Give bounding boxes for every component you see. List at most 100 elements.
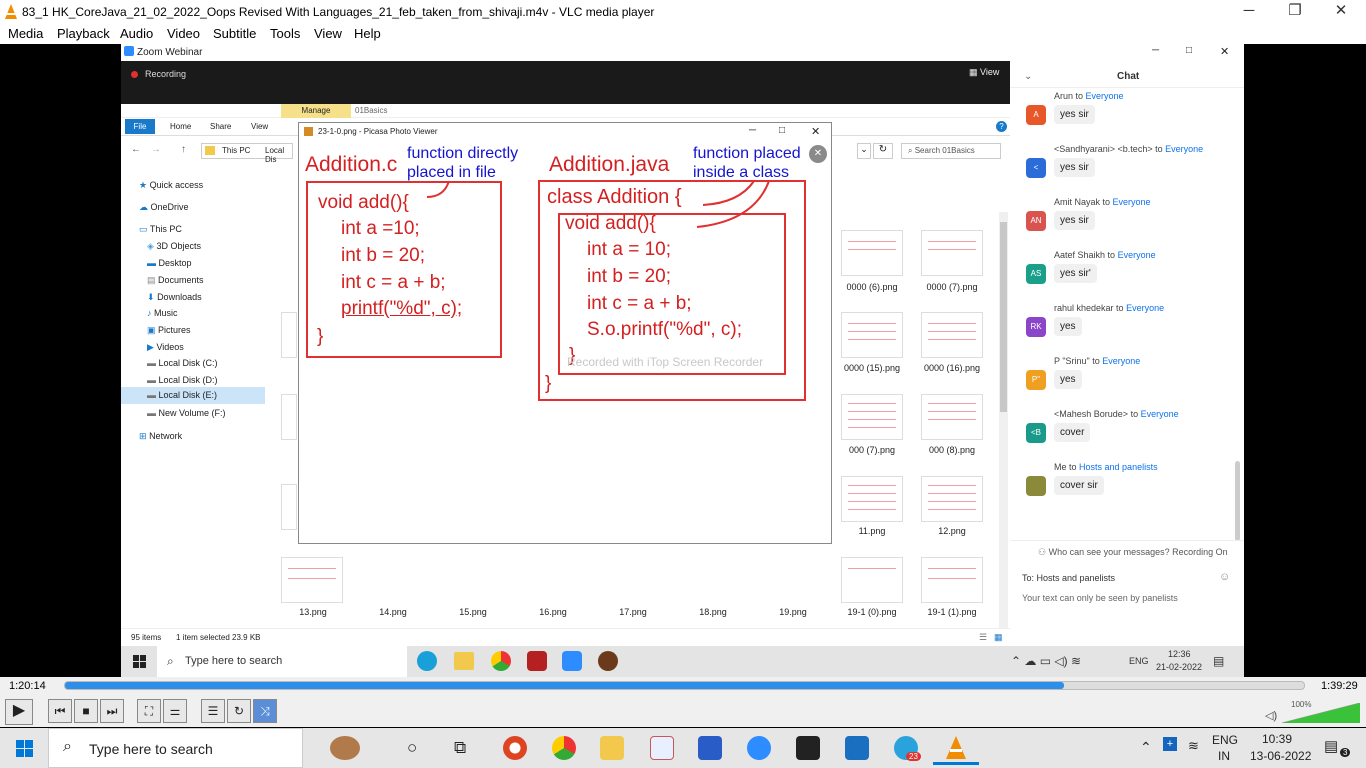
snipping-tool-icon[interactable] [650, 736, 674, 760]
add-icon[interactable]: + [1163, 737, 1177, 751]
tray-chevron-icon[interactable]: ⌃ [1140, 739, 1152, 756]
recipient-selector[interactable]: To: Hosts and panelists [1022, 573, 1115, 583]
thumbnail[interactable] [281, 312, 297, 358]
vlc-taskbar-icon[interactable] [944, 736, 968, 762]
nav-documents[interactable]: ▤ Documents [147, 275, 204, 286]
nav-this-pc[interactable]: ▭ This PC [139, 224, 182, 235]
address-bar[interactable]: This PC Local Dis [201, 143, 293, 164]
collapse-chevron-icon[interactable]: ⌄ [1024, 71, 1032, 82]
menu-video[interactable]: Video [167, 26, 200, 41]
app-icon[interactable] [598, 651, 618, 671]
start-icon[interactable] [16, 740, 33, 757]
nav-network[interactable]: ⊞ Network [139, 431, 182, 442]
maximize-button[interactable]: ❐ [1272, 0, 1318, 24]
view-tab[interactable]: View [251, 122, 268, 131]
zoom-icon[interactable] [562, 651, 582, 671]
language-eng[interactable]: ENG [1212, 733, 1238, 747]
file-label[interactable]: 0000 (15).png [832, 363, 912, 373]
file-label[interactable]: 11.png [832, 526, 912, 536]
nav-desktop[interactable]: ▬ Desktop [147, 258, 192, 268]
view-button[interactable]: ▦ View [969, 67, 999, 78]
file-label[interactable]: 19-1 (0).png [832, 607, 912, 617]
back-icon[interactable]: ← [131, 144, 141, 155]
recipient-name[interactable]: Everyone [1165, 144, 1203, 154]
seek-slider[interactable] [64, 681, 1305, 690]
minimize-button[interactable]: ─ [1226, 0, 1272, 24]
sticky-notes-icon[interactable] [796, 736, 820, 760]
cortana-icon[interactable]: ○ [407, 738, 417, 758]
recipient-name[interactable]: Everyone [1126, 303, 1164, 313]
thumbnail[interactable] [281, 484, 297, 530]
menu-subtitle[interactable]: Subtitle [213, 26, 256, 41]
recipient-name[interactable]: Everyone [1102, 356, 1140, 366]
recipient-name[interactable]: Everyone [1141, 409, 1179, 419]
breadcrumb-local-disk[interactable]: Local Dis [265, 146, 292, 164]
taskbar-search[interactable]: ⌕ Type here to search [48, 728, 303, 768]
chrome-icon[interactable] [491, 651, 511, 671]
picasa-close-icon[interactable]: ✕ [811, 125, 820, 138]
file-label[interactable]: 000 (7).png [832, 445, 912, 455]
file-label[interactable]: 15.png [433, 607, 513, 617]
file-label[interactable]: 0000 (16).png [912, 363, 992, 373]
clock-time[interactable]: 12:36 [1168, 649, 1191, 659]
thumbnail[interactable] [841, 230, 903, 276]
recipient-name[interactable]: Everyone [1118, 250, 1156, 260]
thumbnail[interactable] [281, 394, 297, 440]
notification-icon[interactable]: ▤ [1213, 654, 1224, 668]
file-label[interactable]: 12.png [912, 526, 992, 536]
emoji-icon[interactable]: ☺ [1219, 571, 1230, 583]
thumbnail[interactable] [281, 557, 343, 603]
store-icon[interactable] [698, 736, 722, 760]
file-label[interactable]: 000 (8).png [912, 445, 992, 455]
file-label[interactable]: 17.png [593, 607, 673, 617]
who-can-see-link[interactable]: ⚇ Who can see your messages? Recording O… [1038, 547, 1228, 558]
details-view-icon[interactable]: ☰ [979, 632, 987, 643]
language-indicator[interactable]: ENG [1129, 656, 1149, 666]
zoom-maximize-icon[interactable]: □ [1186, 45, 1192, 56]
thumbnail[interactable] [921, 312, 983, 358]
action-center-icon[interactable]: ▤ [1324, 737, 1338, 755]
fullscreen-icon[interactable]: ⛶ [137, 699, 161, 723]
task-view-icon[interactable]: ⧉ [454, 738, 466, 758]
chat-input-hint[interactable]: Your text can only be seen by panelists [1022, 593, 1178, 603]
breadcrumb-this-pc[interactable]: This PC [222, 146, 250, 155]
recipient-name[interactable]: Everyone [1113, 197, 1151, 207]
nav-videos[interactable]: ▶ Videos [147, 342, 184, 353]
home-tab[interactable]: Home [170, 122, 191, 131]
manage-tab[interactable]: Manage [281, 104, 351, 118]
windows-start-icon[interactable] [133, 655, 146, 668]
picasa-maximize-icon[interactable]: □ [779, 125, 785, 136]
clock-date[interactable]: 21-02-2022 [1156, 662, 1202, 672]
file-label[interactable]: 14.png [353, 607, 433, 617]
chat-scrollbar[interactable] [1235, 461, 1240, 541]
thumbnail[interactable] [921, 230, 983, 276]
search-bar[interactable]: ⌕ Type here to search [157, 646, 407, 677]
playlist-icon[interactable]: ☰ [201, 699, 225, 723]
news-widget-icon[interactable] [330, 736, 360, 760]
file-label[interactable]: 0000 (6).png [832, 282, 912, 292]
extended-settings-icon[interactable]: ⚌ [163, 699, 187, 723]
forward-icon[interactable]: → [151, 144, 161, 155]
menu-help[interactable]: Help [354, 26, 381, 41]
menu-tools[interactable]: Tools [270, 26, 300, 41]
photos-icon[interactable] [845, 736, 869, 760]
vertical-scrollbar[interactable] [999, 212, 1008, 632]
next-icon[interactable]: ⏭ [100, 699, 124, 723]
thumbnail[interactable] [841, 476, 903, 522]
recorder-icon[interactable] [527, 651, 547, 671]
recipient-name[interactable]: Everyone [1086, 91, 1124, 101]
nav-new-volume-f[interactable]: ▬ New Volume (F:) [147, 408, 226, 418]
help-icon[interactable]: ? [996, 121, 1007, 132]
taskbar-time[interactable]: 10:39 [1262, 732, 1292, 746]
nav-onedrive[interactable]: ☁ OneDrive [139, 202, 189, 213]
file-label[interactable]: 19.png [753, 607, 833, 617]
nav-music[interactable]: ♪ Music [147, 308, 178, 318]
nav-local-disk-c[interactable]: ▬ Local Disk (C:) [147, 358, 218, 368]
scrollbar-thumb[interactable] [1000, 222, 1007, 412]
folder-icon[interactable] [454, 652, 474, 670]
search-box[interactable]: ⌕ Search 01Basics [901, 143, 1001, 159]
nav-local-disk-d[interactable]: ▬ Local Disk (D:) [147, 375, 218, 385]
file-label[interactable]: 16.png [513, 607, 593, 617]
play-button[interactable]: ▶ [5, 699, 33, 725]
chrome-icon[interactable] [552, 736, 576, 760]
